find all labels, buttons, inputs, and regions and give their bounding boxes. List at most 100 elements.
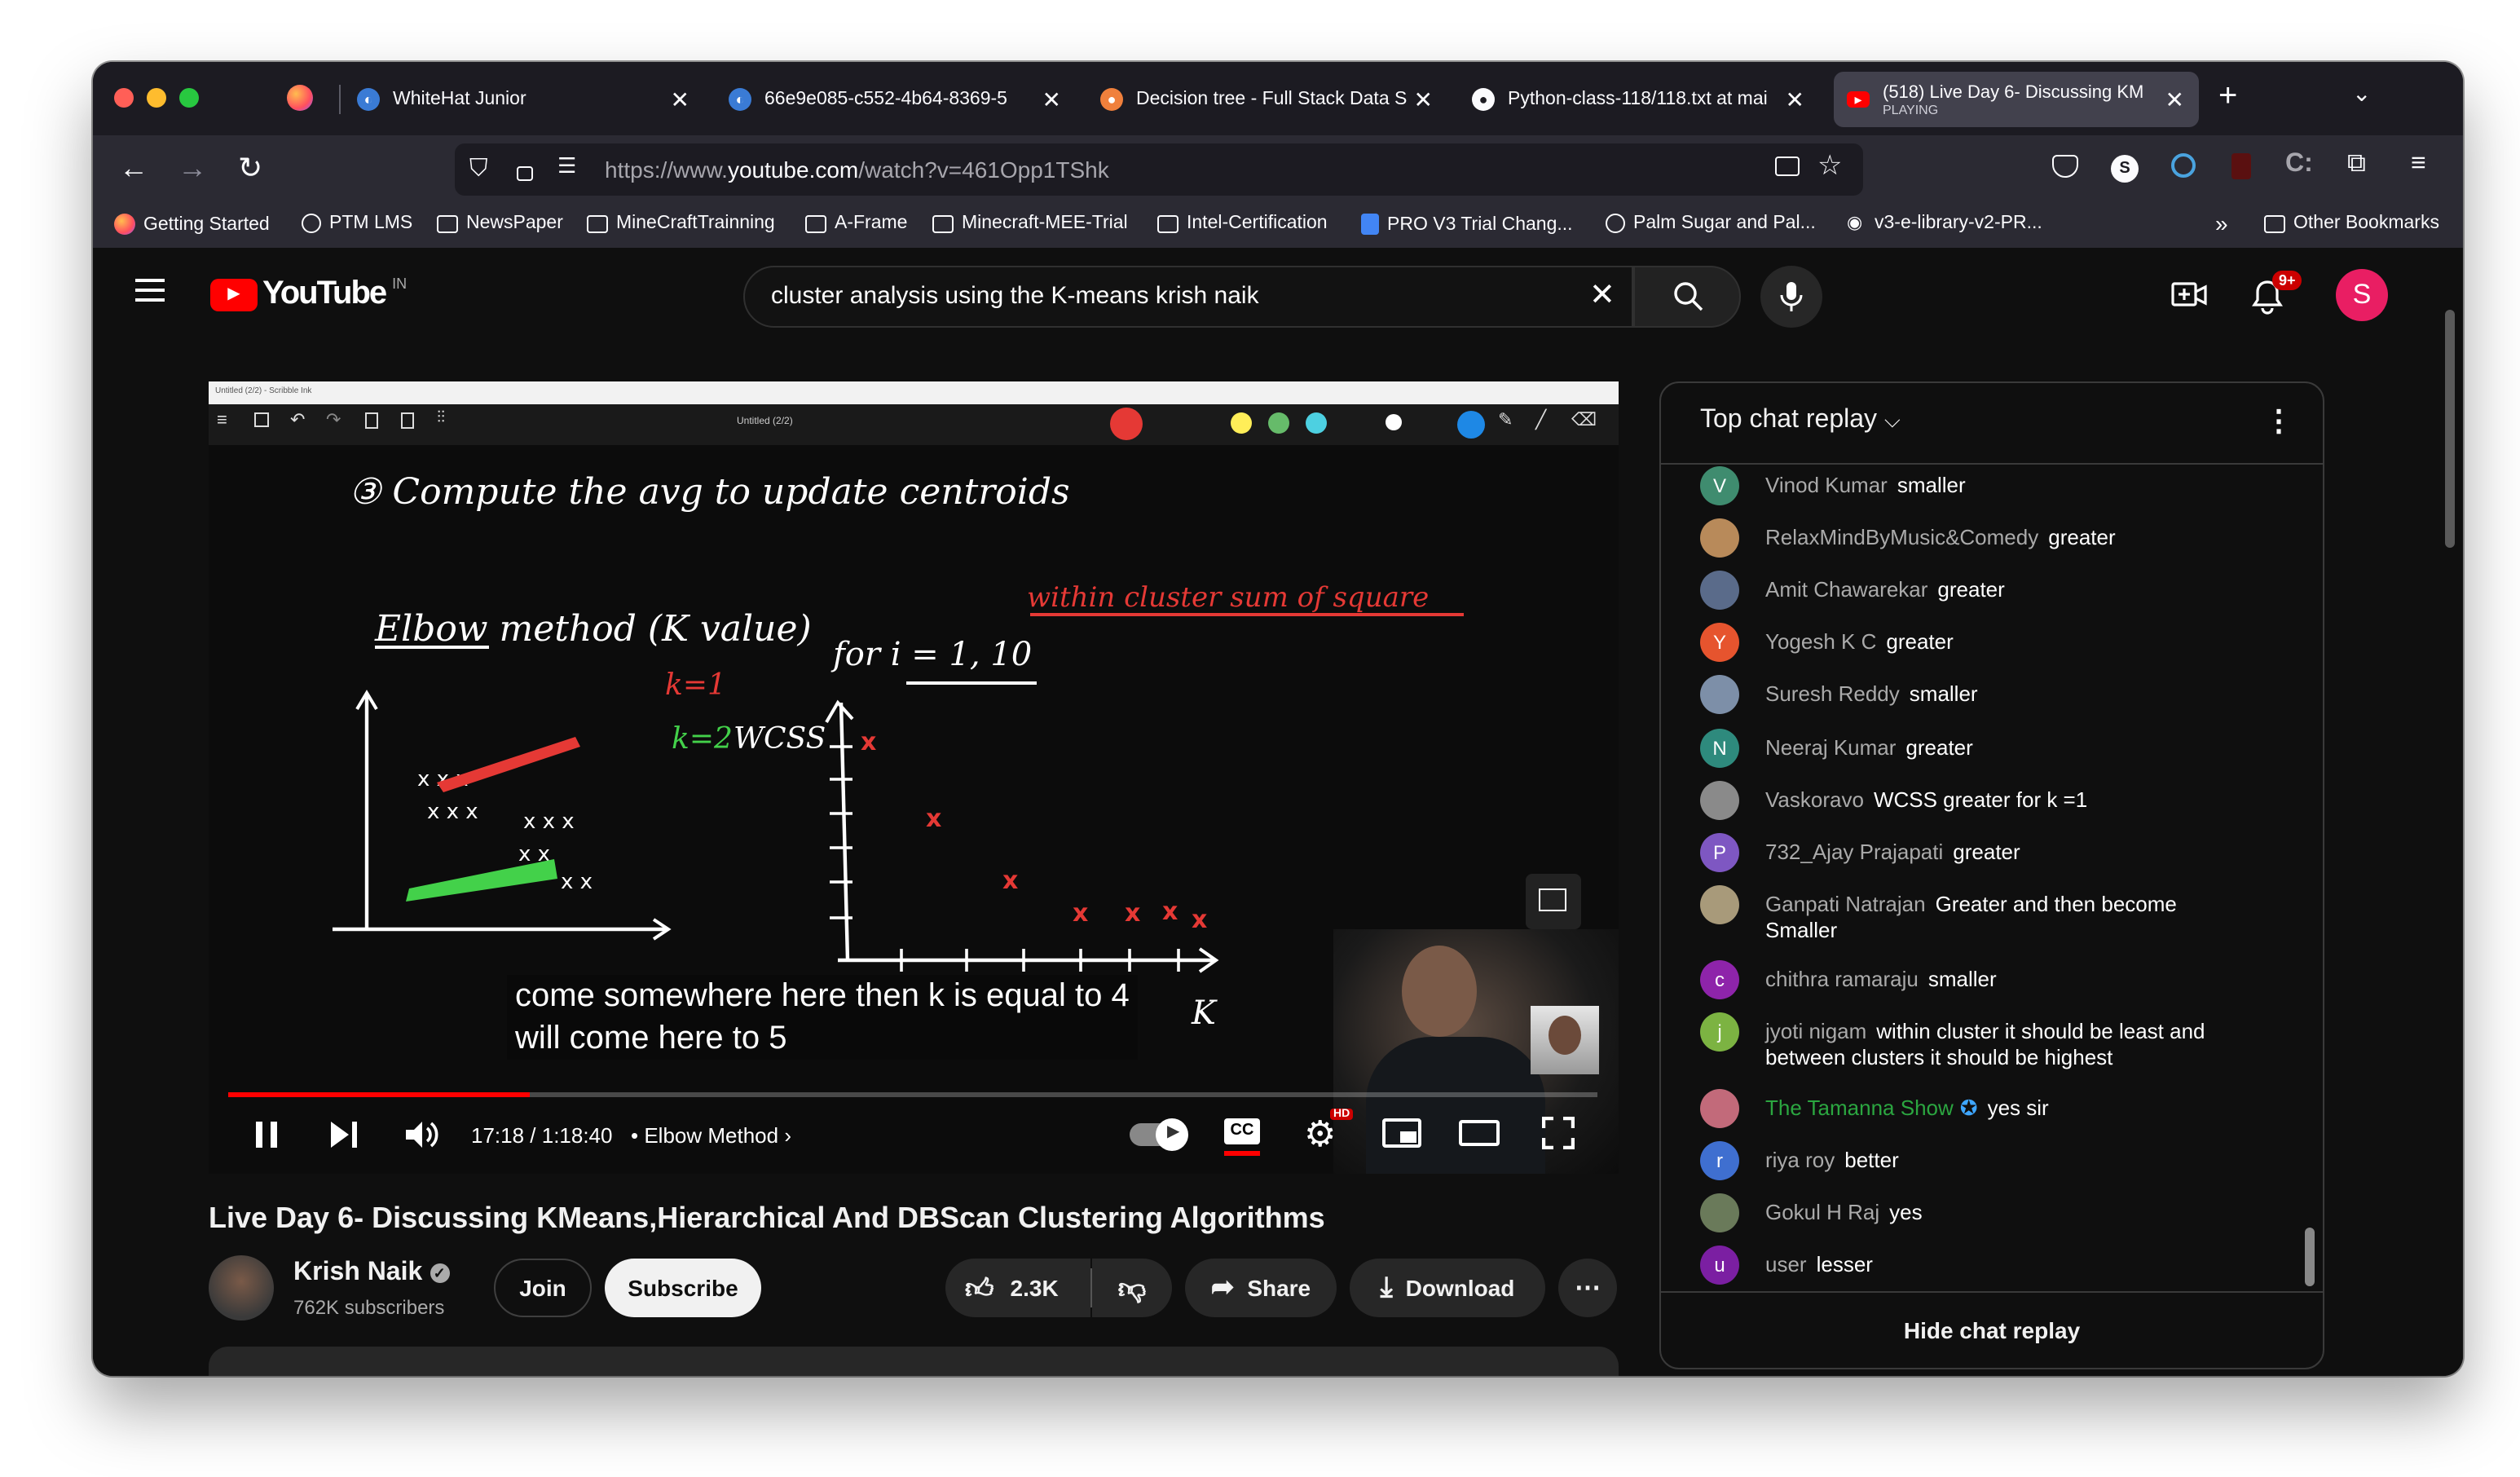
chat-author-name[interactable]: Gokul H Raj: [1765, 1200, 1879, 1224]
tab-whitehat[interactable]: ◐ WhiteHat Junior ✕: [357, 72, 699, 127]
chat-author-name[interactable]: riya roy: [1765, 1148, 1835, 1172]
permissions-icon[interactable]: ☰: [557, 153, 576, 179]
channel-name[interactable]: Krish Naik ✓: [293, 1259, 450, 1288]
bookmark-folder-minecraft-training[interactable]: MineCraftTrainning: [587, 214, 775, 233]
bookmark-folder-newspaper[interactable]: NewsPaper: [437, 214, 563, 233]
like-button[interactable]: 👍︎ 2.3K: [945, 1259, 1090, 1317]
pocket-icon[interactable]: [2052, 155, 2078, 178]
download-button[interactable]: ⤓ Download: [1350, 1259, 1545, 1317]
chat-author-name[interactable]: The Tamanna Show: [1765, 1096, 1954, 1120]
chat-scrollbar[interactable]: [2305, 1228, 2315, 1286]
chat-author-avatar[interactable]: j: [1700, 1012, 1739, 1052]
youtube-logo[interactable]: ▶ YouTube IN: [210, 275, 407, 313]
bookmark-folder-intel[interactable]: Intel-Certification: [1157, 214, 1328, 233]
minimize-window-button[interactable]: [147, 88, 166, 108]
bookmark-folder-aframe[interactable]: A-Frame: [805, 214, 907, 233]
chat-author-avatar[interactable]: u: [1700, 1246, 1739, 1285]
channel-avatar[interactable]: [209, 1255, 274, 1320]
close-tab-icon[interactable]: ✕: [1414, 86, 1433, 114]
more-bookmarks-chevron-icon[interactable]: »: [2215, 210, 2228, 236]
chat-author-avatar[interactable]: [1700, 781, 1739, 820]
extension-red-icon[interactable]: [2231, 153, 2251, 179]
extension-q-icon[interactable]: [2171, 153, 2196, 178]
chat-author-name[interactable]: Yogesh K C: [1765, 629, 1876, 654]
picture-in-picture-icon[interactable]: [1775, 157, 1800, 176]
bookmark-folder-minecraft-mee[interactable]: Minecraft-MEE-Trial: [932, 214, 1128, 233]
app-menu-hamburger-icon[interactable]: ≡: [2411, 150, 2426, 179]
close-tab-icon[interactable]: ✕: [1786, 86, 1804, 114]
list-all-tabs-chevron-icon[interactable]: ⌄: [2352, 80, 2371, 108]
theater-mode-icon[interactable]: [1459, 1120, 1500, 1146]
guide-menu-icon[interactable]: [135, 279, 165, 302]
chat-author-avatar[interactable]: [1700, 518, 1739, 558]
chat-author-avatar[interactable]: Y: [1700, 623, 1739, 662]
create-video-icon[interactable]: [2171, 280, 2207, 310]
more-actions-button[interactable]: ⋯: [1558, 1259, 1617, 1317]
chat-author-avatar[interactable]: r: [1700, 1141, 1739, 1180]
chat-author-name[interactable]: Vaskoravo: [1765, 787, 1864, 812]
reload-icon[interactable]: ↻: [238, 152, 262, 184]
url-bar[interactable]: ⛉ ☰ https://www.youtube.com/watch?v=461O…: [455, 143, 1863, 196]
chat-author-avatar[interactable]: [1700, 885, 1739, 924]
chat-author-name[interactable]: 732_Ajay Prajapati: [1765, 840, 1943, 864]
chat-author-name[interactable]: Ganpati Natrajan: [1765, 892, 1926, 916]
share-button[interactable]: ➦ Share: [1185, 1259, 1337, 1317]
dislike-button[interactable]: 👎︎: [1092, 1259, 1172, 1317]
chat-author-avatar[interactable]: N: [1700, 729, 1739, 768]
close-tab-icon[interactable]: ✕: [1042, 86, 1061, 114]
chat-mode-dropdown[interactable]: Top chat replay ⌵: [1700, 406, 1901, 435]
video-player[interactable]: Untitled (2/2) - Scribble Ink ≡ ↶ ↷ ⫶⫶ U…: [209, 381, 1619, 1174]
join-button[interactable]: Join: [494, 1259, 592, 1317]
maximize-window-button[interactable]: [179, 88, 199, 108]
bookmark-getting-started[interactable]: Getting Started: [114, 214, 270, 235]
close-window-button[interactable]: [114, 88, 134, 108]
voice-search-button[interactable]: [1760, 266, 1822, 328]
chat-author-name[interactable]: Neeraj Kumar: [1765, 735, 1896, 760]
subscribe-button[interactable]: Subscribe: [605, 1259, 761, 1317]
tab-github[interactable]: ● Python-class-118/118.txt at mai ✕: [1472, 72, 1814, 127]
account-avatar[interactable]: S: [2336, 269, 2388, 321]
chat-author-name[interactable]: chithra ramaraju: [1765, 967, 1919, 991]
description-box[interactable]: [209, 1347, 1619, 1376]
firefox-icon[interactable]: [287, 85, 313, 111]
chat-author-avatar[interactable]: c: [1700, 960, 1739, 999]
page-scrollbar[interactable]: [2445, 310, 2455, 548]
next-video-button[interactable]: [329, 1122, 359, 1151]
chat-author-avatar[interactable]: [1700, 1193, 1739, 1232]
chat-author-name[interactable]: jyoti nigam: [1765, 1019, 1866, 1043]
chat-author-avatar[interactable]: V: [1700, 466, 1739, 505]
bookmark-star-icon[interactable]: ☆: [1817, 150, 1843, 183]
shield-icon[interactable]: ⛉: [469, 155, 488, 183]
pause-button[interactable]: [253, 1120, 282, 1149]
subtitles-button[interactable]: CC: [1224, 1118, 1260, 1156]
lock-icon[interactable]: [517, 166, 533, 181]
chat-author-avatar[interactable]: [1700, 675, 1739, 714]
bookmark-ptm-lms[interactable]: PTM LMS: [302, 214, 412, 233]
chapter-button[interactable]: • Elbow Method ›: [631, 1123, 791, 1148]
close-tab-icon[interactable]: ✕: [2165, 86, 2184, 114]
settings-gear-icon[interactable]: ⚙: [1304, 1113, 1336, 1156]
volume-button[interactable]: [404, 1120, 440, 1157]
chat-author-name[interactable]: user: [1765, 1252, 1807, 1276]
url-text[interactable]: https://www.youtube.com/watch?v=461Opp1T…: [605, 157, 1109, 183]
new-tab-plus-icon[interactable]: +: [2218, 78, 2237, 116]
extension-c-icon[interactable]: C:: [2285, 150, 2313, 179]
fullscreen-icon[interactable]: [1542, 1117, 1575, 1149]
more-vertical-icon[interactable]: ⋮: [2264, 404, 2293, 439]
chat-author-name[interactable]: Vinod Kumar: [1765, 473, 1888, 497]
bookmark-palm-sugar[interactable]: Palm Sugar and Pal...: [1606, 214, 1816, 233]
tab-youtube-active[interactable]: ▸ (518) Live Day 6- Discussing KM PLAYIN…: [1834, 72, 2199, 127]
chat-author-avatar[interactable]: [1700, 1089, 1739, 1128]
bookmark-pro-v3[interactable]: PRO V3 Trial Chang...: [1361, 214, 1573, 235]
tab-decision-tree[interactable]: ● Decision tree - Full Stack Data S ✕: [1100, 72, 1443, 127]
tab-uuid[interactable]: ◐ 66e9e085-c552-4b64-8369-5 ✕: [729, 72, 1071, 127]
chat-author-name[interactable]: RelaxMindByMusic&Comedy: [1765, 525, 2038, 549]
chat-author-name[interactable]: Suresh Reddy: [1765, 681, 1900, 706]
clear-search-icon[interactable]: ✕: [1589, 277, 1615, 315]
autoplay-toggle[interactable]: ▶: [1130, 1118, 1188, 1151]
profile-avatar[interactable]: S: [2111, 155, 2139, 183]
forward-arrow-icon[interactable]: →: [178, 152, 207, 184]
hide-chat-replay-button[interactable]: Hide chat replay: [1661, 1291, 2323, 1368]
chat-author-avatar[interactable]: P: [1700, 833, 1739, 872]
bookmark-other-bookmarks[interactable]: Other Bookmarks: [2264, 214, 2439, 233]
